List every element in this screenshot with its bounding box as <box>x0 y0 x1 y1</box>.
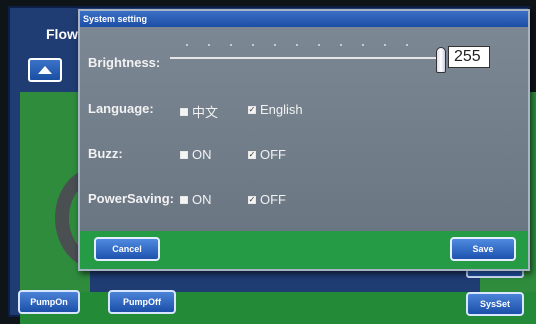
sysset-button[interactable]: SysSet <box>466 292 524 316</box>
buzz-option-on[interactable]: ON <box>180 147 212 162</box>
power-saving-label: PowerSaving: <box>88 191 174 206</box>
brightness-slider-thumb[interactable] <box>436 47 446 73</box>
checkbox-checked[interactable]: ✓ <box>248 195 256 204</box>
checkbox-checked[interactable]: ✓ <box>248 150 256 159</box>
dialog-title: System setting <box>80 11 528 27</box>
buzz-on-label: ON <box>192 147 212 162</box>
system-setting-dialog: System setting Brightness: 255 Language:… <box>78 9 530 271</box>
checkbox-unchecked[interactable] <box>180 107 188 116</box>
pump-on-button[interactable]: PumpOn <box>18 290 80 314</box>
brightness-slider-track[interactable] <box>170 57 438 59</box>
power-saving-option-on[interactable]: ON <box>180 192 212 207</box>
language-chinese-label: 中文 <box>192 105 219 120</box>
power-saving-option-off[interactable]: ✓ OFF <box>248 192 286 207</box>
brightness-value-field[interactable]: 255 <box>448 46 490 68</box>
buzz-option-off[interactable]: ✓ OFF <box>248 147 286 162</box>
buzz-label: Buzz: <box>88 146 123 161</box>
checkbox-unchecked[interactable] <box>180 195 188 204</box>
up-arrow-icon <box>38 66 52 74</box>
save-button[interactable]: Save <box>450 237 516 261</box>
power-saving-on-label: ON <box>192 192 212 207</box>
checkbox-unchecked[interactable] <box>180 150 188 159</box>
checkbox-checked[interactable]: ✓ <box>248 105 256 114</box>
buzz-off-label: OFF <box>260 147 286 162</box>
cancel-button[interactable]: Cancel <box>94 237 160 261</box>
bottom-bar <box>20 292 536 324</box>
up-arrow-button[interactable] <box>28 58 62 82</box>
pump-off-button[interactable]: PumpOff <box>108 290 176 314</box>
language-option-english[interactable]: ✓ English <box>248 102 303 117</box>
power-saving-off-label: OFF <box>260 192 286 207</box>
language-label: Language: <box>88 101 154 116</box>
brightness-label: Brightness: <box>88 55 161 70</box>
language-english-label: English <box>260 102 303 117</box>
language-option-chinese[interactable]: 中文 <box>180 102 218 121</box>
